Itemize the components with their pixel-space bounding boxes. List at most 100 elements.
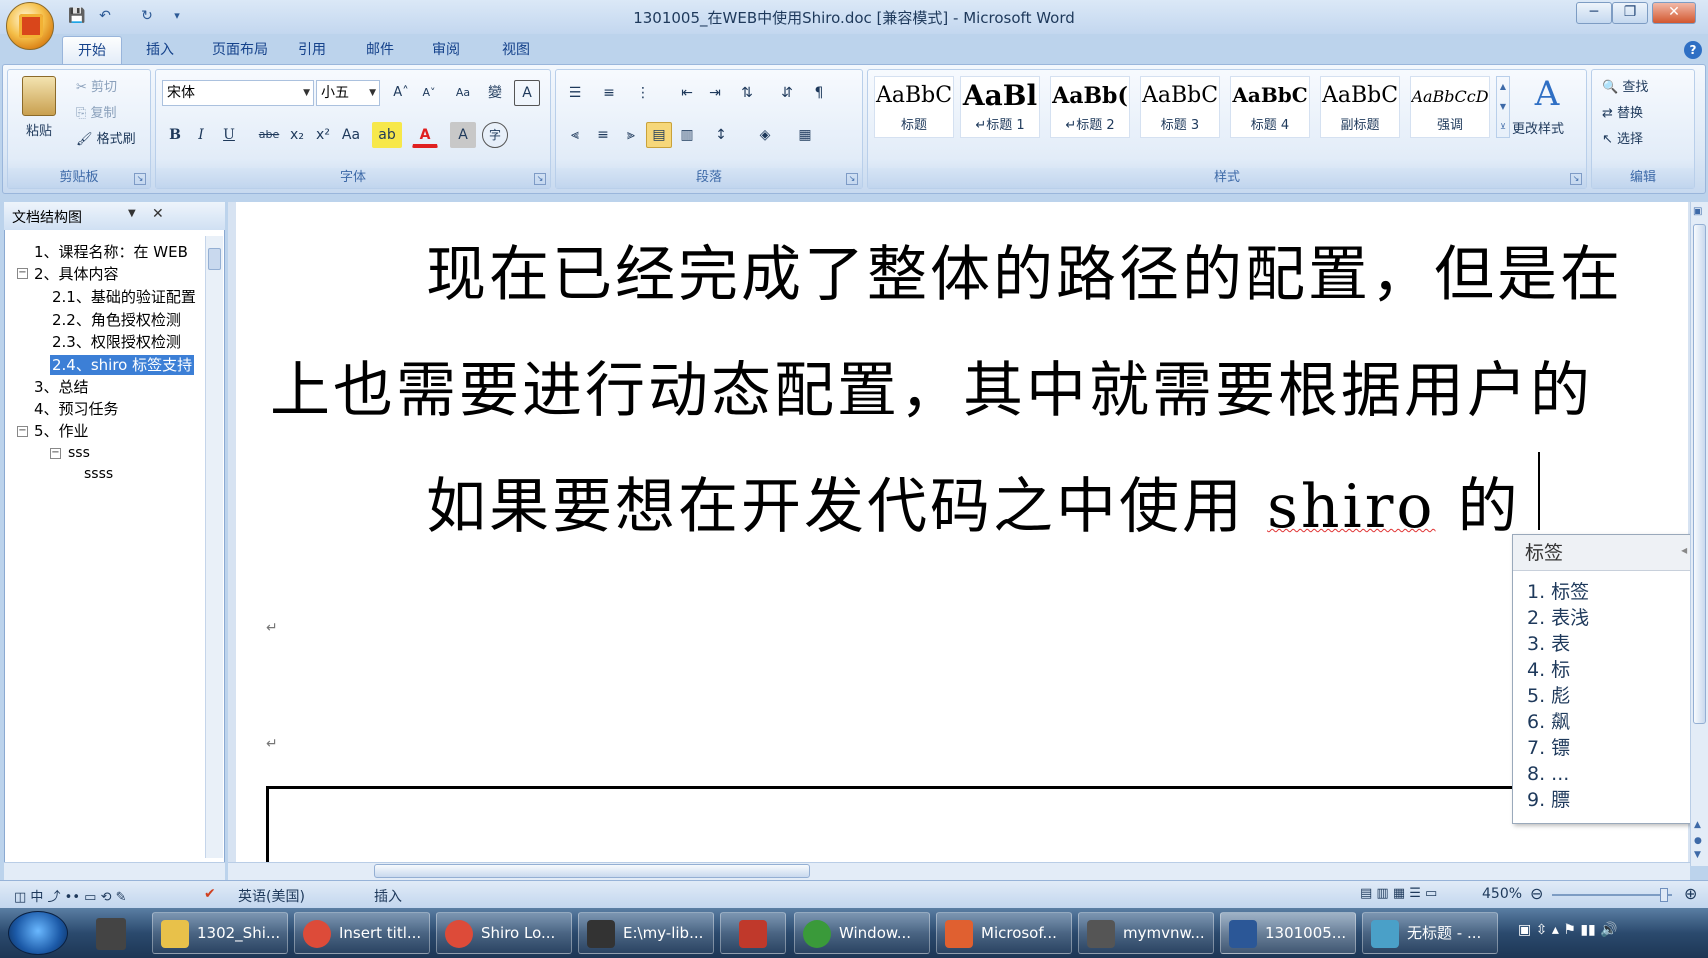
- ime-candidate[interactable]: 7. 镖: [1527, 735, 1570, 761]
- bold-button[interactable]: B: [162, 122, 188, 148]
- clipboard-launcher-icon[interactable]: ↘: [134, 173, 146, 185]
- underline-button[interactable]: U: [216, 122, 242, 148]
- zoom-in-icon[interactable]: ⊕: [1684, 884, 1697, 903]
- horizontal-scroll-thumb[interactable]: [374, 864, 810, 878]
- status-icons[interactable]: ◫ 中 ⤴ •• ▭ ⟲ ✎: [14, 886, 126, 905]
- ime-candidate[interactable]: 2. 表浅: [1527, 605, 1589, 631]
- paste-button[interactable]: 粘贴: [26, 120, 52, 139]
- language-indicator[interactable]: 英语(美国): [238, 886, 305, 906]
- vertical-scroll-thumb[interactable]: [1693, 224, 1706, 724]
- align-right-icon[interactable]: ⫸: [618, 122, 644, 148]
- bullets-icon[interactable]: ☰: [562, 80, 588, 106]
- enclose-characters-button[interactable]: 字: [482, 122, 508, 148]
- style-heading-2[interactable]: AaBb(↵标题 2: [1050, 76, 1130, 138]
- taskbar-item[interactable]: Window...: [794, 912, 930, 954]
- collapse-icon[interactable]: −: [17, 426, 28, 437]
- justify-icon[interactable]: ▤: [646, 122, 672, 148]
- tab-mailings[interactable]: 邮件: [350, 36, 410, 64]
- numbering-icon[interactable]: ≡: [596, 80, 622, 106]
- minimize-button[interactable]: ─: [1576, 2, 1612, 24]
- align-center-icon[interactable]: ≡: [590, 122, 616, 148]
- style-title[interactable]: AaBbC 标题: [874, 76, 954, 138]
- paste-icon[interactable]: [22, 76, 56, 116]
- style-subtitle[interactable]: AaBbC 副标题: [1320, 76, 1400, 138]
- taskbar-item[interactable]: Insert titl...: [294, 912, 430, 954]
- view-buttons[interactable]: ▤ ▥ ▦ ☰ ▭: [1360, 886, 1437, 901]
- tab-references[interactable]: 引用: [282, 36, 342, 64]
- nav-scrollbar[interactable]: [205, 236, 223, 858]
- zoom-level[interactable]: 450%: [1482, 886, 1522, 902]
- font-color-button[interactable]: A: [412, 122, 438, 148]
- taskbar-item[interactable]: Microsof...: [936, 912, 1072, 954]
- nav-item[interactable]: 3、总结: [34, 377, 89, 397]
- replace-button[interactable]: ⇄ 替换: [1602, 102, 1643, 121]
- tray-icons[interactable]: ▣ ⇳ ▴ ⚑ ▮▮ 🔊: [1518, 922, 1618, 938]
- paragraph-launcher-icon[interactable]: ↘: [846, 173, 858, 185]
- borders-icon[interactable]: ▦: [792, 122, 818, 148]
- help-icon[interactable]: ?: [1684, 41, 1702, 59]
- font-launcher-icon[interactable]: ↘: [534, 173, 546, 185]
- taskbar-item-active[interactable]: 1301005...: [1220, 912, 1356, 954]
- highlight-button[interactable]: ab: [372, 122, 402, 148]
- zoom-out-icon[interactable]: ⊖: [1530, 884, 1543, 903]
- ime-candidate[interactable]: 4. 标: [1527, 657, 1570, 683]
- ime-candidate[interactable]: 5. 彪: [1527, 683, 1570, 709]
- nav-item[interactable]: 2、具体内容: [34, 264, 119, 284]
- ime-candidate[interactable]: 6. 飙: [1527, 709, 1570, 735]
- line-spacing-icon[interactable]: ↕: [708, 122, 734, 148]
- prev-page-icon[interactable]: ▲: [1694, 820, 1701, 830]
- nav-item[interactable]: 2.3、权限授权检测: [52, 332, 181, 352]
- taskbar-item[interactable]: [720, 912, 786, 954]
- distributed-icon[interactable]: ▥: [674, 122, 700, 148]
- vertical-scrollbar[interactable]: ▣ ▲ ● ▼: [1690, 202, 1708, 866]
- maximize-button[interactable]: ❐: [1612, 2, 1648, 24]
- tab-insert[interactable]: 插入: [130, 36, 190, 64]
- change-styles-icon[interactable]: A: [1522, 74, 1572, 114]
- taskbar-item[interactable]: mymvnw...: [1078, 912, 1214, 954]
- pinned-app-icon[interactable]: [96, 918, 126, 950]
- select-button[interactable]: ↖ 选择: [1602, 128, 1643, 147]
- align-left-icon[interactable]: ⫷: [562, 122, 588, 148]
- nav-item[interactable]: 5、作业: [34, 421, 89, 441]
- document-page[interactable]: 现在已经完成了整体的路径的配置，但是在 上也需要进行动态配置，其中就需要根据用户…: [236, 202, 1688, 862]
- sort-icon[interactable]: ⇵: [774, 80, 800, 106]
- zoom-slider-thumb[interactable]: [1660, 888, 1668, 902]
- office-button[interactable]: [6, 2, 54, 50]
- taskbar-item[interactable]: Shiro Lo...: [436, 912, 572, 954]
- paragraph-shading-icon[interactable]: ◈: [752, 122, 778, 148]
- strikethrough-button[interactable]: abe: [254, 122, 284, 148]
- tab-review[interactable]: 审阅: [416, 36, 476, 64]
- next-page-icon[interactable]: ▼: [1694, 850, 1701, 860]
- nav-item[interactable]: 4、预习任务: [34, 399, 119, 419]
- nav-item[interactable]: 1、课程名称：在 WEB: [34, 242, 188, 262]
- copy-button[interactable]: ⎘ 复制: [76, 102, 117, 121]
- collapse-icon[interactable]: −: [17, 268, 28, 279]
- collapse-icon[interactable]: −: [50, 448, 61, 459]
- style-emphasis[interactable]: AaBbCcD 强调: [1410, 76, 1490, 138]
- start-button[interactable]: [8, 911, 68, 955]
- styles-scroll-icon[interactable]: ▲ ▼ ⊻: [1496, 76, 1510, 138]
- multilevel-list-icon[interactable]: ⋮: [630, 80, 656, 106]
- ruler-toggle-icon[interactable]: ▣: [1693, 206, 1702, 217]
- superscript-button[interactable]: x²: [310, 122, 336, 148]
- italic-button[interactable]: I: [188, 122, 214, 148]
- character-border-button[interactable]: A: [514, 80, 540, 106]
- taskbar-item[interactable]: 无标题 - ...: [1362, 912, 1498, 954]
- increase-indent-icon[interactable]: ⇥: [702, 80, 728, 106]
- ime-candidate[interactable]: 3. 表: [1527, 631, 1570, 657]
- shrink-font-button[interactable]: A˅: [416, 80, 442, 106]
- grow-font-button[interactable]: A˄: [388, 80, 414, 106]
- tab-view[interactable]: 视图: [486, 36, 546, 64]
- font-size-combo[interactable]: 小五 ▼: [316, 80, 380, 106]
- close-icon[interactable]: ✕: [152, 206, 164, 222]
- tab-home[interactable]: 开始: [62, 36, 122, 64]
- ime-candidate[interactable]: 9. 膘: [1527, 787, 1570, 813]
- nav-item-selected[interactable]: 2.4、shiro 标签支持: [50, 355, 195, 375]
- decrease-indent-icon[interactable]: ⇤: [674, 80, 700, 106]
- change-case-button[interactable]: Aa: [336, 122, 366, 148]
- tab-page-layout[interactable]: 页面布局: [200, 36, 280, 64]
- close-button[interactable]: ✕: [1652, 2, 1696, 24]
- style-heading-4[interactable]: AaBbC 标题 4: [1230, 76, 1310, 138]
- styles-launcher-icon[interactable]: ↘: [1570, 173, 1582, 185]
- clear-format-button[interactable]: Aa: [450, 80, 476, 106]
